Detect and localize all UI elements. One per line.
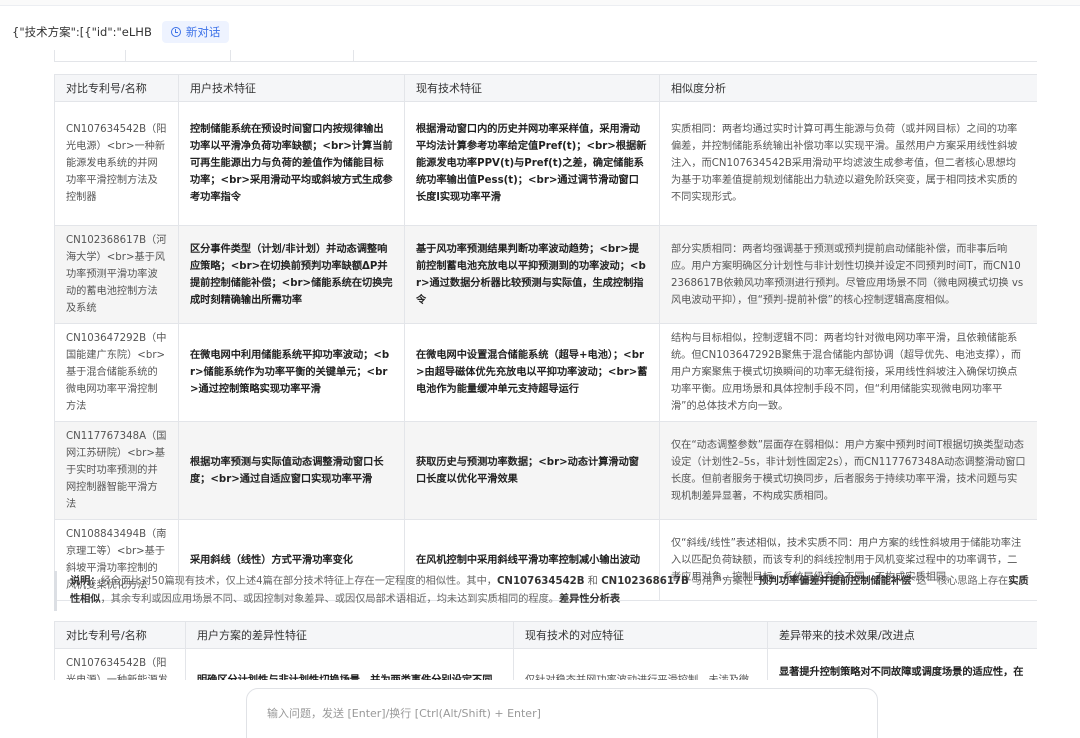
note-keyphrase: 预判功率偏差并提前控制储能补偿: [758, 576, 912, 587]
chat-header: {"技术方案":[{"id":"eLHB 新对话: [0, 14, 1080, 50]
table-row: CN107634542B（阳光电源）<br>一种新能源发电系统的并网功率平滑控制…: [54, 101, 1037, 226]
table-row: CN103647292B（中国能建广东院）<br>基于混合储能系统的微电网功率平…: [54, 323, 1037, 422]
message-content: 对比专利号/名称 用户技术特征 现有技术特征 相似度分析 CN107634542…: [54, 62, 1037, 680]
chat-title: {"技术方案":[{"id":"eLHB: [12, 25, 152, 39]
note-text: ，其余专利或因应用场景不同、或因控制对象差异、或因仅局部术语相近，均未达到实质相…: [100, 594, 559, 605]
table-header-row: 对比专利号/名称 用户方案的差异性特征 现有技术的对应特征 差异带来的技术效果/…: [54, 621, 1037, 649]
prior-feature-cell: 获取历史与预测功率数据；<br>动态计算滑动窗口长度以优化平滑效果: [404, 421, 660, 520]
analysis-cell: 部分实质相同：两者均强调基于预测或预判提前启动储能补偿，而非事后响应。用户方案明…: [659, 225, 1037, 324]
patent-cell: CN102368617B（河海大学）<br>基于风功率预测平滑功率波动的蓄电池控…: [54, 225, 179, 324]
note-patent: CN102368617B: [601, 576, 689, 587]
difference-table: 对比专利号/名称 用户方案的差异性特征 现有技术的对应特征 差异带来的技术效果/…: [54, 621, 1037, 680]
column-header: 现有技术的对应特征: [513, 621, 768, 649]
column-header: 差异带来的技术效果/改进点: [767, 621, 1037, 649]
summary-note: 说明：经全面比对50篇现有技术，仅上述4篇在部分技术特征上存在一定程度的相似性。…: [54, 571, 1037, 611]
column-header: 相似度分析: [659, 74, 1037, 102]
note-section-title: 差异性分析表: [559, 594, 621, 605]
user-feature-cell: 控制储能系统在预设时间窗口内按规律输出功率以平滑净负荷功率缺额；<br>计算当前…: [178, 101, 405, 226]
effect-cell: 显著提升控制策略对不同故障或调度场景的适应性，在主网突发故障时仍能快速响应，避免…: [767, 648, 1037, 680]
column-header: 对比专利号/名称: [54, 74, 179, 102]
prior-feature-cell: 根据滑动窗口内的历史并网功率采样值，采用滑动平均法计算参考功率给定值Pref(t…: [404, 101, 660, 226]
prior-feature-cell: 仅针对稳态并网功率波动进行平滑控制，未涉及微电网运行模式切换，更无切换类型判别机…: [513, 648, 768, 680]
table-row: CN102368617B（河海大学）<br>基于风功率预测平滑功率波动的蓄电池控…: [54, 225, 1037, 324]
note-text: 和: [584, 576, 602, 587]
column-header: 用户技术特征: [178, 74, 405, 102]
analysis-cell: 仅在“动态调整参数”层面存在弱相似：用户方案中预判时间T根据切换类型动态设定（计…: [659, 421, 1037, 520]
similarity-table: 对比专利号/名称 用户技术特征 现有技术特征 相似度分析 CN107634542…: [54, 74, 1037, 601]
user-difference-cell: 明确区分计划性与非计划性切换场景，并为两类事件分别设定不同的预判时间T（计划性T…: [185, 648, 514, 680]
new-chat-button[interactable]: 新对话: [161, 21, 230, 43]
note-text: 经全面比对50篇现有技术，仅上述4篇在部分技术特征上存在一定程度的相似性。其中，: [100, 576, 497, 587]
clock-icon: [170, 27, 181, 37]
prior-feature-cell: 基于风功率预测结果判断功率波动趋势；<br>提前控制蓄电池充放电以平抑预测到的功…: [404, 225, 660, 324]
table-row: CN107634542B（阳光电源）一种新能源发电系统的并网功率平滑控制方法及控…: [54, 648, 1037, 680]
column-header: 用户方案的差异性特征: [185, 621, 514, 649]
column-header: 对比专利号/名称: [54, 621, 186, 649]
note-prefix: 说明：: [70, 576, 101, 587]
top-bar: [0, 0, 1080, 6]
patent-cell: CN117767348A（国网江苏研院）<br>基于实时功率预测的并网控制器智能…: [54, 421, 179, 520]
analysis-cell: 结构与目标相似，控制逻辑不同：两者均针对微电网功率平滑，且依赖储能系统。但CN1…: [659, 323, 1037, 422]
chat-input[interactable]: 输入问题，发送 [Enter]/换行 [Ctrl(Alt/Shift) + En…: [246, 688, 878, 738]
new-chat-label: 新对话: [185, 25, 221, 39]
chat-input-placeholder: 输入问题，发送 [Enter]/换行 [Ctrl(Alt/Shift) + En…: [267, 707, 541, 720]
patent-cell: CN103647292B（中国能建广东院）<br>基于混合储能系统的微电网功率平…: [54, 323, 179, 422]
table-header-row: 对比专利号/名称 用户技术特征 现有技术特征 相似度分析: [54, 74, 1037, 102]
table-row: CN117767348A（国网江苏研院）<br>基于实时功率预测的并网控制器智能…: [54, 421, 1037, 520]
note-patent: CN107634542B: [496, 576, 585, 587]
patent-cell: CN107634542B（阳光电源）一种新能源发电系统的并网功率平滑控制方法及控…: [54, 648, 186, 680]
user-feature-cell: 根据功率预测与实际值动态调整滑动窗口长度；<br>通过自适应窗口实现功率平滑: [178, 421, 405, 520]
analysis-cell: 实质相同：两者均通过实时计算可再生能源与负荷（或并网目标）之间的功率偏差，并控制…: [659, 101, 1037, 226]
column-header: 现有技术特征: [404, 74, 660, 102]
note-text: ”这一核心思路上存在: [911, 576, 1009, 587]
user-feature-cell: 区分事件类型（计划/非计划）并动态调整响应策略；<br>在切换前预判功率缺额ΔP…: [178, 225, 405, 324]
user-feature-cell: 在微电网中利用储能系统平抑功率波动；<br>储能系统作为功率平衡的关键单元；<b…: [178, 323, 405, 422]
patent-cell: CN107634542B（阳光电源）<br>一种新能源发电系统的并网功率平滑控制…: [54, 101, 179, 226]
prior-feature-cell: 在微电网中设置混合储能系统（超导+电池）；<br>由超导磁体优先充放电以平抑功率…: [404, 323, 660, 422]
note-text: 与用户方案在“: [688, 576, 759, 587]
